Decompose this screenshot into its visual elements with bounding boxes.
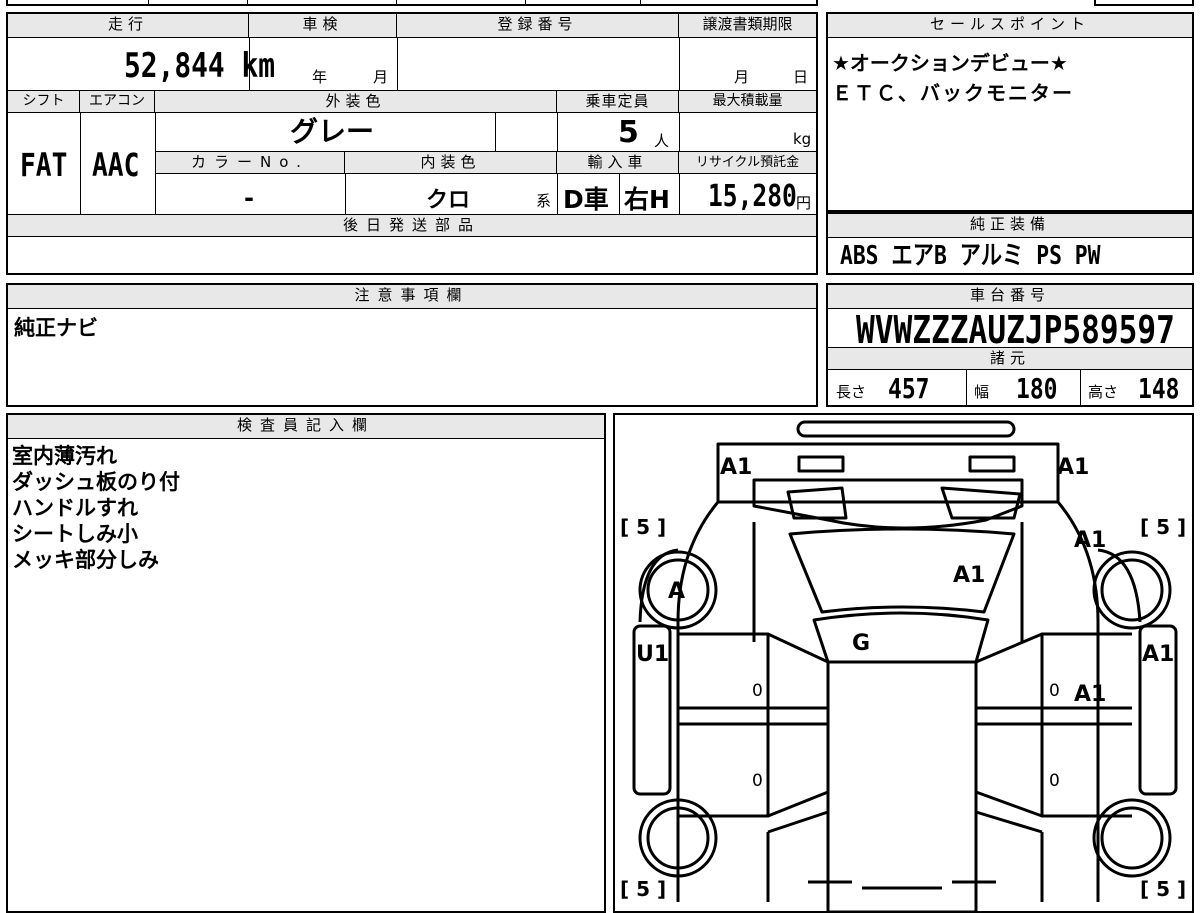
height-label: 高さ: [1088, 383, 1119, 401]
zero-mark-right-rear: 0: [1049, 771, 1060, 791]
inspector-note-1: 室内薄汚れ: [12, 444, 117, 468]
transfer-deadline-label: 譲渡書類期限: [679, 14, 816, 38]
tire-tread-rear-right: [ 5 ]: [1140, 877, 1186, 901]
damage-mark-right-outer: A1: [1142, 642, 1174, 667]
shaken-label: 車検: [249, 14, 397, 38]
mileage-label: 走行: [8, 14, 249, 38]
height-value: 148: [1138, 372, 1180, 405]
inspector-box: 検査員記入欄 室内薄汚れ ダッシュ板のり付 ハンドルすれ シートしみ小 メッキ部…: [6, 413, 606, 913]
capacity-unit: 人: [654, 132, 670, 150]
interior-color-value: クロ: [426, 188, 471, 213]
damage-mark-windshield: G: [852, 631, 870, 656]
sales-point-line-2: ＥＴＣ、バックモニター: [832, 81, 1074, 105]
damage-mark-hood: A1: [953, 563, 985, 588]
sales-point-line-1: ★オークションデビュー★: [832, 51, 1068, 75]
later-parts-label: 後日発送部品: [8, 215, 816, 237]
ac-label: エアコン: [80, 91, 155, 113]
inspector-note-2: ダッシュ板のり付: [12, 470, 180, 494]
zero-mark-left-front: 0: [752, 681, 763, 701]
right-hand-drive-value: 右H: [624, 185, 670, 214]
equipment-value: ABS エアB アルミ PS PW: [840, 241, 1101, 271]
registration-label: 登録番号: [397, 14, 679, 38]
damage-mark-right-front-door: A1: [1074, 682, 1106, 707]
shift-label: シフト: [8, 91, 80, 113]
damage-diagram-box: [ 5 ] [ 5 ] [ 5 ] [ 5 ] A1 A1 A1 A1 A G …: [613, 413, 1194, 913]
inspector-label: 検査員記入欄: [8, 415, 604, 439]
recycle-fee-unit: 円: [796, 194, 812, 212]
transfer-day-unit: 日: [793, 68, 809, 86]
chassis-box: 車台番号 WVWZZZAUZJP589597 諸元 長さ 457 幅 180 高…: [826, 283, 1194, 407]
recycle-label: リサイクル預託金: [679, 152, 816, 174]
capacity-value: 5: [618, 115, 639, 150]
inspector-note-3: ハンドルすれ: [12, 496, 138, 520]
tire-tread-front-right: [ 5 ]: [1140, 515, 1186, 539]
dealer-car-value: D車: [563, 185, 609, 214]
max-load-label: 最大積載量: [679, 91, 816, 113]
specs-label: 諸元: [828, 348, 1192, 370]
damage-mark-front-right: A1: [1057, 455, 1089, 480]
shift-value: FAT: [20, 146, 68, 184]
top-stub-right: [1094, 0, 1194, 6]
tire-tread-rear-left: [ 5 ]: [620, 877, 666, 901]
capacity-label: 乗車定員: [557, 91, 679, 113]
length-value: 457: [888, 372, 930, 405]
sales-points-box: セールスポイント ★オークションデビュー★ ＥＴＣ、バックモニター: [826, 12, 1194, 212]
car-diagram: [ 5 ] [ 5 ] [ 5 ] [ 5 ] A1 A1 A1 A1 A G …: [620, 420, 1186, 911]
equipment-label: 純正装備: [828, 214, 1192, 238]
zero-mark-left-rear: 0: [752, 771, 763, 791]
shaken-month-unit: 月: [373, 68, 389, 86]
exterior-color-value: グレー: [290, 115, 375, 148]
chassis-label: 車台番号: [828, 285, 1192, 309]
ac-value: AAC: [92, 146, 140, 184]
import-label: 輸入車: [557, 152, 679, 174]
shaken-year-unit: 年: [312, 68, 328, 86]
caution-box: 注意事項欄 純正ナビ: [6, 283, 818, 407]
zero-mark-right-front: 0: [1049, 681, 1060, 701]
caution-label: 注意事項欄: [8, 285, 816, 309]
damage-mark-left-front-door: U1: [636, 642, 669, 667]
spec-table: 走行 車検 登録番号 譲渡書類期限 52,844 km 年 月 月 日 シフト …: [6, 12, 818, 275]
chassis-number: WVWZZZAUZJP589597: [856, 308, 1175, 352]
interior-color-suffix: 系: [536, 192, 552, 210]
transfer-month-unit: 月: [734, 68, 750, 86]
caution-value: 純正ナビ: [14, 316, 98, 340]
width-value: 180: [1016, 372, 1058, 405]
top-stub-left: [6, 0, 818, 6]
length-label: 長さ: [836, 383, 867, 401]
mileage-value: 52,844 km: [124, 46, 276, 86]
interior-color-label: 内装色: [345, 152, 557, 174]
equipment-box: 純正装備 ABS エアB アルミ PS PW: [826, 212, 1194, 275]
exterior-color-label: 外装色: [155, 91, 557, 113]
max-load-unit: kg: [793, 130, 812, 148]
width-label: 幅: [974, 383, 990, 401]
damage-mark-front-left: A1: [720, 455, 752, 480]
sales-points-label: セールスポイント: [828, 14, 1192, 38]
tire-tread-front-left: [ 5 ]: [620, 515, 666, 539]
inspector-note-5: メッキ部分しみ: [12, 548, 159, 572]
damage-mark-left-wheel: A: [668, 579, 685, 604]
inspector-note-4: シートしみ小: [12, 522, 138, 546]
damage-mark-right-fender: A1: [1074, 528, 1106, 553]
color-no-label: カラーNo.: [156, 152, 345, 174]
color-no-value: -: [244, 184, 254, 212]
